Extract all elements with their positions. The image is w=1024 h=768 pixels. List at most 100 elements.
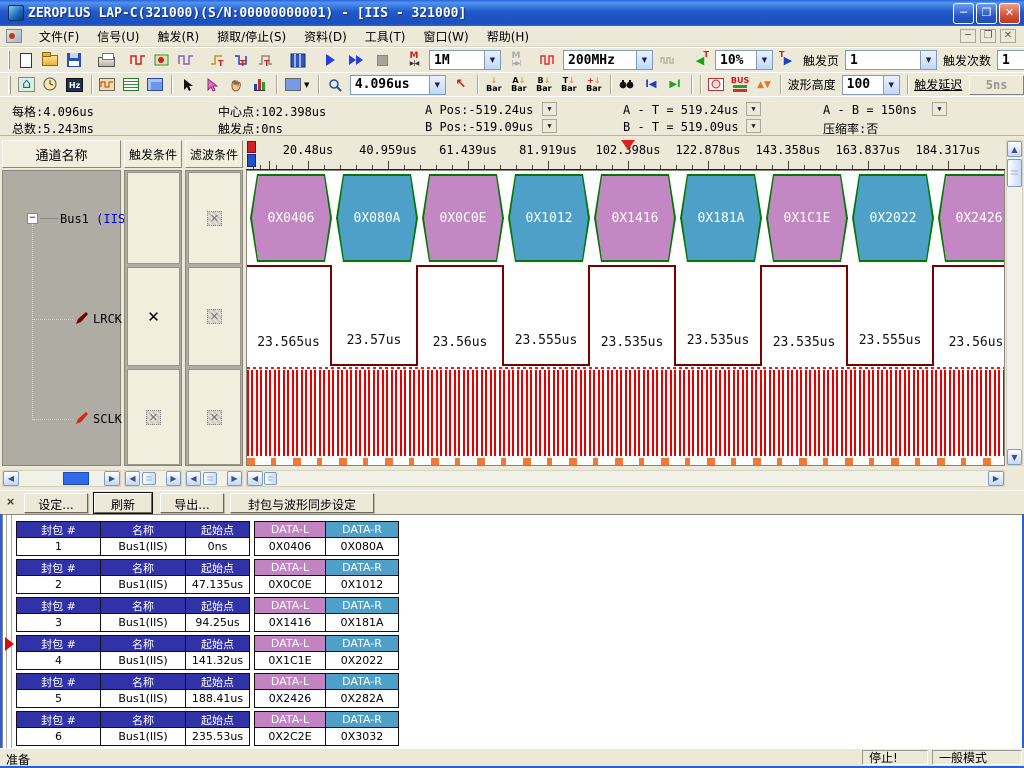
noise-filter-button[interactable]: ▲▼	[752, 74, 776, 96]
next-transition-button[interactable]: ▶l	[663, 74, 687, 96]
chevron-down-icon[interactable]: ▼	[920, 51, 936, 69]
bus-packet-button[interactable]	[286, 49, 310, 71]
filter-cell-bus[interactable]: ✕	[188, 172, 241, 264]
memory-depth-button[interactable]: M▶|◀	[402, 49, 426, 71]
add-bar-button[interactable]: +↓Bar	[581, 74, 606, 96]
bus-channel-label[interactable]: Bus1 (IIS)	[60, 212, 132, 226]
menu-item[interactable]: 资料(D)	[295, 26, 356, 47]
packet-settings-button[interactable]: 设定...	[24, 493, 88, 513]
port-setup-button[interactable]	[150, 49, 174, 71]
scroll-down-button[interactable]: ▼	[1007, 449, 1022, 465]
save-file-button[interactable]	[62, 49, 86, 71]
menu-item[interactable]: 窗口(W)	[414, 26, 477, 47]
t-bar-button[interactable]: T↓Bar	[556, 74, 581, 96]
restore-button[interactable]: ❐	[976, 3, 997, 24]
chevron-down-icon[interactable]: ▼	[756, 51, 772, 69]
trigger-position-combo[interactable]: 10%▼	[715, 50, 773, 70]
trigger-cell-sclk[interactable]: ✕	[127, 369, 180, 465]
display-range-combo[interactable]: 4.096us▼	[350, 75, 446, 95]
print-button[interactable]	[94, 49, 118, 71]
waveform-mode-button[interactable]: ▼	[280, 74, 314, 96]
sampling-setup-button[interactable]	[126, 49, 150, 71]
trigger-width-button[interactable]: T	[254, 49, 278, 71]
wave-height-combo[interactable]: 100▼	[842, 75, 900, 95]
chevron-down-icon[interactable]: ▼	[484, 51, 500, 69]
channel-label-lrck[interactable]: LRCK	[93, 312, 122, 326]
menu-item[interactable]: 帮助(H)	[478, 26, 538, 47]
packet-refresh-button[interactable]: 刷新	[94, 493, 152, 513]
minimize-button[interactable]: ─	[953, 3, 974, 24]
scroll-up-button[interactable]: ▲	[1007, 141, 1022, 157]
waveform-window-button[interactable]	[95, 74, 119, 96]
scroll-thumb[interactable]	[203, 472, 217, 485]
packet-block[interactable]: 封包 #名称起始点DATA-LDATA-R5Bus1(IIS)188.41us0…	[16, 673, 398, 709]
find-button[interactable]	[615, 74, 639, 96]
scroll-right-button[interactable]: ▶	[104, 471, 120, 486]
scroll-left-button[interactable]: ◀	[3, 471, 19, 486]
note-cursor-button[interactable]	[200, 74, 224, 96]
trigger-cell-lrck[interactable]: ✕	[127, 267, 180, 366]
sample-rate-button[interactable]	[536, 49, 560, 71]
packet-block[interactable]: 封包 #名称起始点DATA-LDATA-R2Bus1(IIS)47.135us0…	[16, 559, 398, 595]
waveform-scroll-thumb[interactable]	[264, 472, 277, 485]
goto-trigger-button[interactable]: ↖	[449, 74, 473, 96]
filter-cell-lrck[interactable]: ✕	[188, 267, 241, 366]
b-t-dropdown[interactable]: ▼	[746, 119, 761, 133]
packet-list-window-button[interactable]	[119, 74, 143, 96]
open-file-button[interactable]	[38, 49, 62, 71]
filter-cell-sclk[interactable]: ✕	[188, 369, 241, 465]
names-scroll-thumb[interactable]	[63, 472, 89, 485]
trigger-edge-button[interactable]: T	[206, 49, 230, 71]
scroll-left-button[interactable]: ◀	[247, 471, 263, 486]
close-button[interactable]: ✕	[999, 3, 1020, 24]
memory-page-button[interactable]: M|◀▶|	[504, 49, 528, 71]
vertical-scrollbar[interactable]: ▲ ▼	[1006, 140, 1023, 466]
prev-transition-button[interactable]: l◀	[639, 74, 663, 96]
a-b-dropdown[interactable]: ▼	[932, 102, 947, 116]
trigger-count-combo[interactable]: 1▼	[997, 50, 1024, 70]
b-pos-dropdown[interactable]: ▼	[542, 119, 557, 133]
a-bar-button[interactable]: A↓Bar	[506, 74, 531, 96]
waveform-pane[interactable]: 0X04060X080A0X0C0E0X10120X14160X181A0X1C…	[246, 170, 1005, 466]
panel-close-icon[interactable]: ×	[6, 495, 15, 508]
scroll-right-button[interactable]: ▶	[988, 471, 1004, 486]
menu-item[interactable]: 工具(T)	[356, 26, 415, 47]
mdi-minimize-button[interactable]: ─	[960, 29, 976, 43]
waveform-scrollbar[interactable]: ◀ ▶	[246, 470, 1005, 487]
bus-edit-button[interactable]	[174, 49, 198, 71]
external-clock-button[interactable]	[656, 49, 680, 71]
new-file-button[interactable]	[14, 49, 38, 71]
packet-export-button[interactable]: 导出...	[160, 493, 224, 513]
mdi-close-button[interactable]: ✕	[1000, 29, 1016, 43]
home-button[interactable]: ⌂	[15, 74, 39, 96]
packet-block[interactable]: 封包 #名称起始点DATA-LDATA-R3Bus1(IIS)94.25us0X…	[16, 597, 398, 633]
trigger-cell-bus[interactable]	[127, 172, 180, 264]
vertical-scroll-thumb[interactable]	[1007, 159, 1022, 187]
a-t-dropdown[interactable]: ▼	[746, 102, 761, 116]
time-display-button[interactable]	[39, 74, 63, 96]
channel-label-sclk[interactable]: SCLK	[93, 412, 122, 426]
bus-view-button[interactable]: BUS	[728, 74, 752, 96]
trigger-pos-right-button[interactable]: ▶T	[776, 49, 800, 71]
filter-scrollbar[interactable]: ◀ ▶	[185, 470, 243, 487]
run-button[interactable]	[318, 49, 342, 71]
chevron-down-icon[interactable]: ▼	[883, 76, 899, 94]
time-window-button[interactable]	[704, 74, 728, 96]
statistics-button[interactable]	[248, 74, 272, 96]
time-ruler[interactable]: 20.48us40.959us61.439us81.919us102.398us…	[246, 140, 1005, 170]
packet-block[interactable]: 封包 #名称起始点DATA-LDATA-R1Bus1(IIS)0ns0X0406…	[16, 521, 398, 557]
scroll-left-button[interactable]: ◀	[125, 471, 140, 486]
sample-rate-combo[interactable]: 200MHz▼	[563, 50, 653, 70]
packet-list[interactable]: 封包 #名称起始点DATA-LDATA-R1Bus1(IIS)0ns0X0406…	[2, 514, 1022, 748]
packet-sync-button[interactable]: 封包与波形同步设定	[230, 493, 374, 513]
stop-button[interactable]	[370, 49, 394, 71]
select-cursor-button[interactable]	[176, 74, 200, 96]
tree-collapse-toggle[interactable]: −	[27, 213, 38, 224]
trigger-scrollbar[interactable]: ◀ ▶	[124, 470, 182, 487]
a-bar-handle[interactable]	[247, 154, 256, 167]
overlap-window-button[interactable]	[143, 74, 167, 96]
chevron-down-icon[interactable]: ▼	[429, 76, 445, 94]
scroll-right-button[interactable]: ▶	[227, 471, 242, 486]
menu-item[interactable]: 触发(R)	[148, 26, 208, 47]
repeated-run-button[interactable]	[342, 49, 370, 71]
